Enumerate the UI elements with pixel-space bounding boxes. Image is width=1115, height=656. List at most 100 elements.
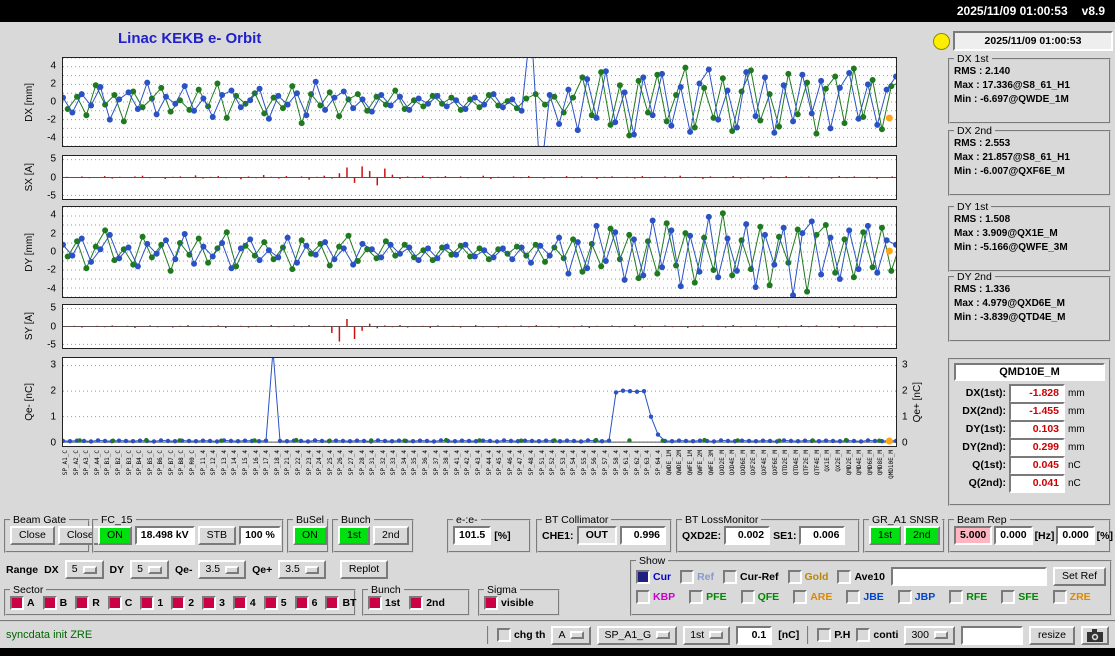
checkbox-indicator (793, 590, 808, 604)
sector-1-checkbox[interactable]: 1 (140, 596, 163, 610)
x-axis-label: SP_28_4 (358, 450, 366, 476)
fc15-stb-button[interactable]: STB (197, 526, 237, 545)
range-dy-label: DY (109, 563, 125, 576)
bunch-number-select[interactable]: 1st (683, 625, 731, 645)
x-axis-label: SP_B8_C (178, 450, 186, 476)
stat-rms: RMS : 2.140 (954, 66, 1011, 77)
range-qe-minus-select[interactable]: 3.5 (198, 560, 247, 579)
interval-select[interactable]: 300 (904, 625, 955, 645)
beam-rep-display-3: 0.000 (1056, 526, 1095, 545)
gr-snsr-2nd-button[interactable]: 2nd (904, 526, 940, 545)
sector-2-checkbox[interactable]: 2 (171, 596, 194, 610)
beam-rep-group: Beam Rep 5.000 0.000 [Hz] 0.000 [%] (948, 515, 1113, 553)
sector-select[interactable]: A (551, 625, 592, 645)
count-input[interactable] (960, 625, 1023, 645)
linac-orbit-app: 2025/11/09 01:00:53 v8.9 Linac KEKB e- O… (0, 0, 1115, 656)
x-axis-label: QXF2E_M (750, 450, 758, 476)
sigma-visible-checkbox[interactable]: visible (484, 596, 534, 610)
show-ref-checkbox[interactable]: Ref (680, 569, 714, 584)
y-tick-label: -2 (47, 264, 56, 276)
replot-button[interactable]: Replot (339, 560, 389, 579)
bunch-2nd-button[interactable]: 2nd (373, 526, 409, 545)
show-cur-ref-checkbox[interactable]: Cur-Ref (723, 569, 779, 584)
x-axis-label: SP_48_4 (527, 450, 535, 476)
x-axis-label: SP_63_4 (644, 450, 652, 476)
checkbox-indicator (897, 590, 912, 604)
range-qe-plus-label: Qe+ (252, 563, 273, 576)
dropdown-indicator-icon (656, 631, 671, 639)
show-are-checkbox[interactable]: ARE (793, 590, 832, 604)
busel-on-button[interactable]: ON (293, 526, 327, 545)
checkbox-indicator (42, 596, 57, 610)
ph-checkbox[interactable]: P.H (817, 628, 850, 642)
y-tick-label: 0 (50, 321, 56, 332)
show-pfe-checkbox[interactable]: PFE (689, 590, 727, 604)
sector-a-checkbox[interactable]: A (10, 596, 35, 610)
sector-3-checkbox[interactable]: 3 (202, 596, 225, 610)
dy-chart-row: DY [mm] 4 2 0 -2 -4 (0, 206, 955, 298)
sector-5-checkbox[interactable]: 5 (263, 596, 287, 610)
beam-rep-hz-unit: [Hz] (1034, 529, 1055, 542)
x-axis-label: QTD2E_M (782, 450, 790, 476)
beam-rep-display-2: 0.000 (994, 526, 1033, 545)
resize-button[interactable]: resize (1028, 625, 1075, 645)
se1-label: SE1: (773, 529, 797, 542)
sector-6-checkbox[interactable]: 6 (294, 596, 317, 610)
show-gold-checkbox[interactable]: Gold (787, 569, 828, 584)
bunch-1st-checkbox[interactable]: 1st (368, 596, 400, 610)
conti-checkbox[interactable]: conti (856, 628, 898, 642)
page-title: Linac KEKB e- Orbit (118, 30, 262, 47)
dx-axis-ticks: 4 2 0 -2 -4 (36, 57, 58, 147)
show-jbe-checkbox[interactable]: JBE (846, 590, 884, 604)
y-tick-label: -5 (47, 190, 56, 202)
screenshot-button[interactable] (1081, 625, 1109, 645)
y-tick-label: 1 (50, 411, 56, 423)
show-rfe-checkbox[interactable]: RFE (949, 590, 987, 604)
range-dy-select[interactable]: 5 (130, 560, 169, 579)
bpm-select[interactable]: SP_A1_G (597, 625, 678, 645)
show-zre-checkbox[interactable]: ZRE (1052, 590, 1091, 604)
sector-bt-checkbox[interactable]: BT (325, 596, 356, 610)
checkbox-indicator (409, 596, 424, 610)
range-dx-select[interactable]: 5 (64, 560, 104, 579)
x-axis-label: QXD4E_M (729, 450, 737, 476)
fc15-on-button[interactable]: ON (98, 526, 132, 545)
y-tick-label: 2 (50, 385, 56, 397)
stat-min: Min : -3.839@QTD4E_M (954, 312, 1066, 323)
show-cur-checkbox[interactable]: Cur (636, 569, 671, 584)
checkbox-indicator (10, 596, 24, 610)
set-ref-button[interactable]: Set Ref (1052, 567, 1106, 586)
bunch-2nd-checkbox[interactable]: 2nd (409, 596, 445, 610)
sector-items: A B R C 1 2 3 4 5 6 BT (10, 596, 356, 610)
show-ave10-checkbox[interactable]: Ave10 (837, 569, 885, 584)
monitor-label: DX(2nd): (962, 405, 1006, 417)
sector-4-checkbox[interactable]: 4 (232, 596, 256, 610)
monitor-value: 0.041 (1009, 473, 1065, 493)
y-tick-label: 0 (50, 246, 56, 258)
checkbox-indicator (846, 590, 861, 604)
ref-file-input[interactable] (891, 567, 1047, 586)
x-axis-label: QTD4E_M (792, 450, 800, 476)
sx-axis-ticks: 5 0 -5 (36, 153, 58, 202)
x-axis-label: SP_33_4 (390, 450, 398, 476)
sector-b-checkbox[interactable]: B (42, 596, 67, 610)
beam-gate-close-button-1[interactable]: Close (10, 526, 55, 545)
show-jbp-checkbox[interactable]: JBP (897, 590, 935, 604)
show-sfe-checkbox[interactable]: SFE (1001, 590, 1039, 604)
x-axis-label: SP_A1_C (62, 450, 69, 476)
range-qe-plus-select[interactable]: 3.5 (278, 560, 326, 579)
show-qfe-checkbox[interactable]: QFE (740, 590, 779, 604)
dy-2nd-stats-title: DY 2nd (957, 271, 992, 283)
x-axis-label: SP_44_4 (485, 450, 493, 476)
x-axis-label: SP_B4_C (136, 450, 144, 476)
show-kbp-checkbox[interactable]: KBP (636, 590, 675, 604)
checkbox-indicator (232, 596, 247, 610)
chg-th-checkbox[interactable]: chg th (496, 628, 545, 642)
gr-snsr-1st-button[interactable]: 1st (869, 526, 902, 545)
bunch-1st-button[interactable]: 1st (338, 526, 371, 545)
sector-c-checkbox[interactable]: C (107, 596, 132, 610)
show-panel: Show Cur Ref Cur-Ref Gold Ave10 Set Ref KBP P… (630, 556, 1112, 616)
checkbox-indicator (107, 596, 122, 610)
x-axis-label: QWFE_2M (697, 450, 705, 476)
sector-r-checkbox[interactable]: R (75, 596, 100, 610)
